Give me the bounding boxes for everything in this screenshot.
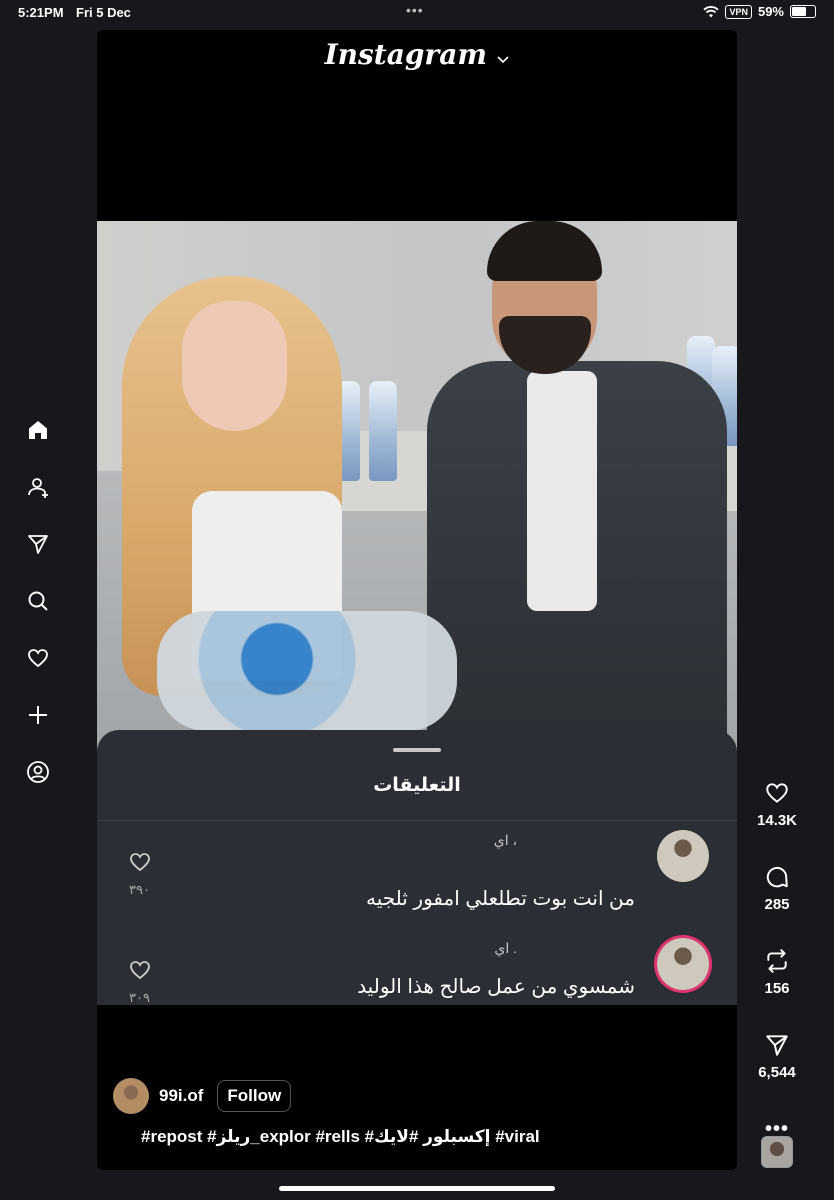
like-button[interactable]: 14.3K	[744, 780, 810, 864]
home-icon	[29, 421, 47, 439]
profile-icon	[27, 761, 49, 783]
multitask-dots-icon[interactable]: •••	[406, 2, 424, 18]
nav-profile[interactable]	[20, 754, 56, 790]
author-username[interactable]: 99i.of	[159, 1086, 203, 1106]
home-indicator[interactable]	[279, 1186, 555, 1191]
vpn-badge: VPN	[725, 4, 752, 19]
comment-like-count: ٣٩٠	[129, 882, 150, 897]
follow-button[interactable]: Follow	[217, 1080, 292, 1112]
comment-username[interactable]: . اي	[494, 940, 517, 957]
chevron-down-icon[interactable]	[497, 56, 509, 64]
post-photo[interactable]	[97, 221, 737, 781]
nav-search[interactable]	[20, 583, 56, 619]
send-icon	[766, 1035, 788, 1056]
comment-text: من انت بوت تطلعلي امفور ثلجيه	[366, 888, 635, 910]
wifi-icon	[703, 5, 720, 17]
instagram-logo: Instagram	[324, 38, 487, 71]
photo-shirt	[527, 371, 597, 611]
battery-percent: 59%	[757, 4, 784, 19]
comment-item[interactable]: . اي شمسوي من عمل صالح هذا الوليد ٣٠٩	[97, 938, 737, 1018]
share-count: 6,544	[758, 1064, 796, 1081]
battery-icon	[790, 5, 816, 18]
comments-sheet[interactable]: التعليقات ، اي من انت بوت تطلعلي امفور ث…	[97, 730, 737, 1005]
avatar[interactable]	[657, 830, 709, 882]
post-author: 99i.of Follow	[113, 1078, 292, 1114]
nav-activity[interactable]	[20, 640, 56, 676]
photo-face	[182, 301, 287, 431]
divider	[97, 820, 737, 821]
repost-button[interactable]: 156	[744, 948, 810, 1032]
repost-count: 156	[764, 980, 790, 997]
heart-icon	[766, 783, 788, 803]
comment-username[interactable]: ، اي	[494, 832, 517, 849]
search-icon	[28, 591, 48, 611]
post-caption[interactable]: #repost #ريلز_explor #rells #إكسبلور #لا…	[141, 1127, 540, 1147]
comment-count: 285	[764, 896, 790, 913]
feed-header[interactable]: Instagram	[97, 38, 737, 71]
heart-icon[interactable]	[127, 850, 153, 874]
sheet-grabber[interactable]	[393, 748, 441, 752]
status-date: Fri 5 Dec	[76, 5, 131, 20]
heart-icon[interactable]	[127, 958, 153, 982]
reel-viewer[interactable]: Instagram التعليقات ، اي من انت بوت تطلع…	[97, 30, 737, 1170]
heart-icon	[28, 649, 48, 668]
comment-button[interactable]: 285	[744, 864, 810, 948]
nav-messages[interactable]	[20, 526, 56, 562]
people-icon	[28, 478, 48, 498]
reel-actions: 14.3K 285 156 6,544 •••	[744, 780, 810, 1141]
avatar[interactable]	[657, 938, 709, 990]
photo-bouquet	[157, 611, 457, 731]
comment-like-count: ٣٠٩	[129, 990, 150, 1005]
plus-icon	[29, 706, 47, 724]
nav-home[interactable]	[20, 412, 56, 448]
comment-text: شمسوي من عمل صالح هذا الوليد	[357, 976, 635, 998]
repost-icon	[767, 949, 787, 973]
comment-item[interactable]: ، اي من انت بوت تطلعلي امفور ثلجيه ٣٩٠	[97, 830, 737, 910]
comment-icon	[766, 866, 788, 888]
status-indicators: VPN 59%	[703, 4, 816, 19]
status-bar: 5:21PM Fri 5 Dec ••• VPN 59%	[0, 0, 834, 26]
photo-bottle	[369, 381, 397, 481]
send-icon	[28, 535, 48, 554]
nav-create[interactable]	[20, 697, 56, 733]
avatar[interactable]	[113, 1078, 149, 1114]
status-time: 5:21PM	[18, 5, 64, 20]
like-count: 14.3K	[756, 812, 798, 829]
nav-people[interactable]	[20, 469, 56, 505]
audio-thumbnail[interactable]	[761, 1136, 793, 1168]
comments-title: التعليقات	[373, 775, 461, 796]
share-button[interactable]: 6,544	[744, 1032, 810, 1116]
sidebar-nav	[20, 412, 56, 811]
